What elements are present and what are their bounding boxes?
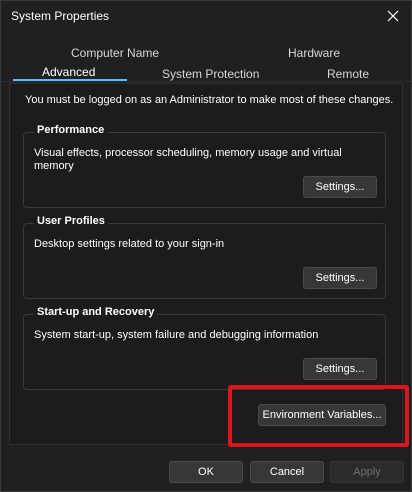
- tab-advanced[interactable]: Advanced: [42, 65, 95, 79]
- user-profiles-group: User Profiles Desktop settings related t…: [23, 215, 386, 299]
- tab-computer-name[interactable]: Computer Name: [71, 46, 159, 60]
- tab-hardware[interactable]: Hardware: [288, 46, 340, 60]
- system-properties-window: System Properties Computer Name Hardware…: [0, 0, 412, 492]
- tab-strip: Computer Name Hardware Advanced System P…: [1, 32, 411, 82]
- close-icon: [387, 10, 399, 22]
- user-profiles-description: Desktop settings related to your sign-in: [34, 238, 225, 250]
- title-bar: System Properties: [1, 1, 411, 32]
- apply-button[interactable]: Apply: [330, 461, 404, 483]
- window-title: System Properties: [11, 9, 110, 23]
- tab-divider: [1, 81, 411, 82]
- performance-title: Performance: [34, 124, 108, 136]
- performance-description: Visual effects, processor scheduling, me…: [34, 147, 342, 172]
- performance-group: Performance Visual effects, processor sc…: [23, 124, 386, 208]
- user-profiles-title: User Profiles: [34, 215, 108, 227]
- dialog-footer: OK Cancel Apply: [1, 453, 411, 491]
- startup-recovery-title: Start-up and Recovery: [34, 306, 158, 318]
- close-button[interactable]: [381, 3, 405, 29]
- admin-note: You must be logged on as an Administrato…: [25, 94, 394, 106]
- user-profiles-settings-button[interactable]: Settings...: [303, 267, 377, 289]
- startup-recovery-settings-button[interactable]: Settings...: [303, 358, 377, 380]
- startup-recovery-description: System start-up, system failure and debu…: [34, 329, 319, 341]
- tab-remote[interactable]: Remote: [327, 67, 369, 81]
- tab-system-protection[interactable]: System Protection: [162, 67, 259, 81]
- ok-button[interactable]: OK: [169, 461, 243, 483]
- red-highlight-annotation: [228, 385, 409, 447]
- cancel-button[interactable]: Cancel: [250, 461, 324, 483]
- performance-settings-button[interactable]: Settings...: [303, 176, 377, 198]
- startup-recovery-group: Start-up and Recovery System start-up, s…: [23, 306, 386, 390]
